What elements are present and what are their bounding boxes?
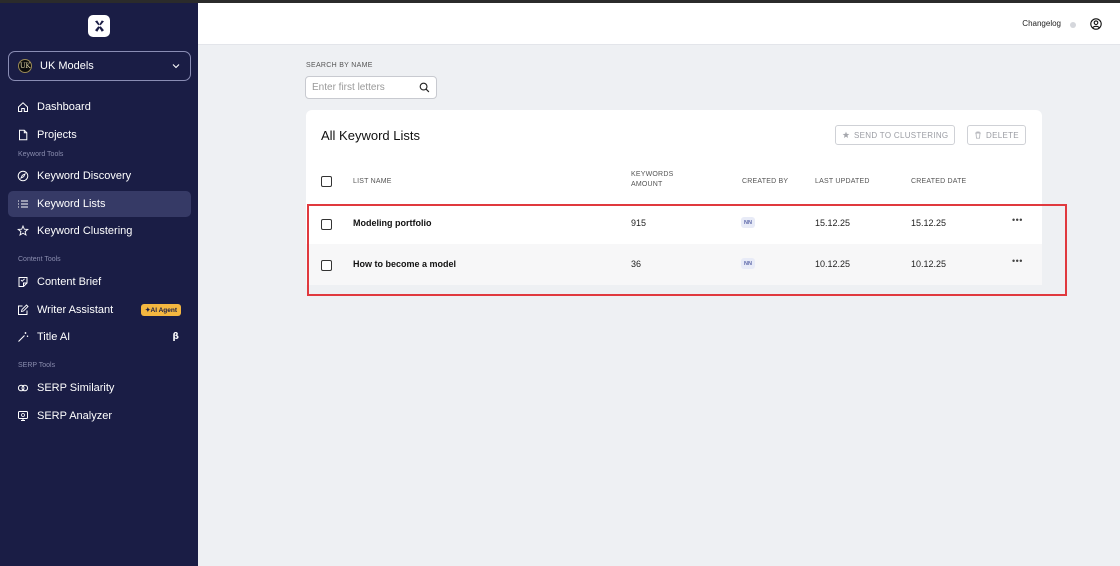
cluster-icon xyxy=(842,131,850,138)
trash-icon xyxy=(975,131,981,139)
send-to-clustering-button[interactable]: SEND TO CLUSTERING xyxy=(835,125,956,145)
sidebar-item-label: SERP Analyzer xyxy=(37,410,113,422)
sidebar-item-projects[interactable]: Projects xyxy=(8,122,191,148)
magic-wand-icon xyxy=(17,331,29,343)
sidebar-item-label: Writer Assistant xyxy=(37,304,114,316)
monitor-icon xyxy=(17,410,29,422)
file-icon xyxy=(17,129,29,141)
sidebar-item-label: Content Brief xyxy=(37,276,102,288)
user-account-icon[interactable] xyxy=(1090,18,1102,30)
top-bar: Changelog xyxy=(198,3,1120,45)
section-label-content-tools: Content Tools xyxy=(18,256,61,263)
sidebar-item-serp-analyzer[interactable]: SERP Analyzer xyxy=(8,403,191,429)
search-input[interactable] xyxy=(312,82,416,93)
delete-button[interactable]: DELETE xyxy=(967,125,1026,145)
search-box[interactable] xyxy=(305,76,437,99)
sidebar-item-keyword-discovery[interactable]: Keyword Discovery xyxy=(8,163,191,189)
cluster-icon xyxy=(17,225,29,237)
column-header-keywords-amount[interactable]: KEYWORDS AMOUNT xyxy=(631,170,691,190)
page-title: All Keyword Lists xyxy=(321,128,420,143)
chevron-down-icon xyxy=(172,64,180,69)
search-label: SEARCH BY NAME xyxy=(306,62,373,69)
sidebar-item-label: Title AI xyxy=(37,331,71,343)
column-header-created-date[interactable]: CREATED DATE xyxy=(911,177,966,187)
sidebar-item-content-brief[interactable]: Content Brief xyxy=(8,269,191,295)
highlight-box xyxy=(307,204,1067,296)
logo-icon xyxy=(94,20,104,32)
app-logo[interactable] xyxy=(88,15,110,37)
column-header-last-updated[interactable]: LAST UPDATED xyxy=(815,177,870,187)
beta-tag: β xyxy=(172,332,179,342)
sidebar: UK UK Models Dashboard Projects Keyword … xyxy=(0,3,198,566)
workspace-avatar: UK xyxy=(18,59,32,73)
sidebar-item-label: Dashboard xyxy=(37,101,91,113)
sidebar-item-keyword-lists[interactable]: Keyword Lists xyxy=(8,191,191,217)
sidebar-item-writer-assistant[interactable]: Writer Assistant ✦AI Agent xyxy=(8,297,191,323)
column-header-list-name[interactable]: LIST NAME xyxy=(353,177,392,187)
workspace-selector[interactable]: UK UK Models xyxy=(8,51,191,81)
workspace-name: UK Models xyxy=(40,60,94,72)
sidebar-item-label: Keyword Lists xyxy=(37,198,106,210)
edit-icon xyxy=(17,304,29,316)
select-all-checkbox[interactable] xyxy=(321,176,332,187)
list-icon xyxy=(17,198,29,210)
sidebar-item-keyword-clustering[interactable]: Keyword Clustering xyxy=(8,218,191,244)
sidebar-item-dashboard[interactable]: Dashboard xyxy=(8,94,191,120)
sidebar-item-title-ai[interactable]: Title AI β xyxy=(8,324,191,350)
changelog-link[interactable]: Changelog xyxy=(1022,19,1061,28)
sidebar-item-label: Keyword Discovery xyxy=(37,170,132,182)
sidebar-item-serp-similarity[interactable]: SERP Similarity xyxy=(8,375,191,401)
section-label-serp-tools: SERP Tools xyxy=(18,362,56,369)
sidebar-item-label: Projects xyxy=(37,129,77,141)
status-dot xyxy=(1070,22,1076,28)
home-icon xyxy=(17,101,29,113)
sidebar-item-label: Keyword Clustering xyxy=(37,225,133,237)
brief-icon xyxy=(17,276,29,288)
ai-agent-badge: ✦AI Agent xyxy=(141,304,181,316)
column-header-created-by[interactable]: CREATED BY xyxy=(742,177,788,187)
link-icon xyxy=(17,382,29,394)
search-icon[interactable] xyxy=(419,82,430,93)
sidebar-item-label: SERP Similarity xyxy=(37,382,115,394)
section-label-keyword-tools: Keyword Tools xyxy=(18,151,64,158)
compass-icon xyxy=(17,170,29,182)
